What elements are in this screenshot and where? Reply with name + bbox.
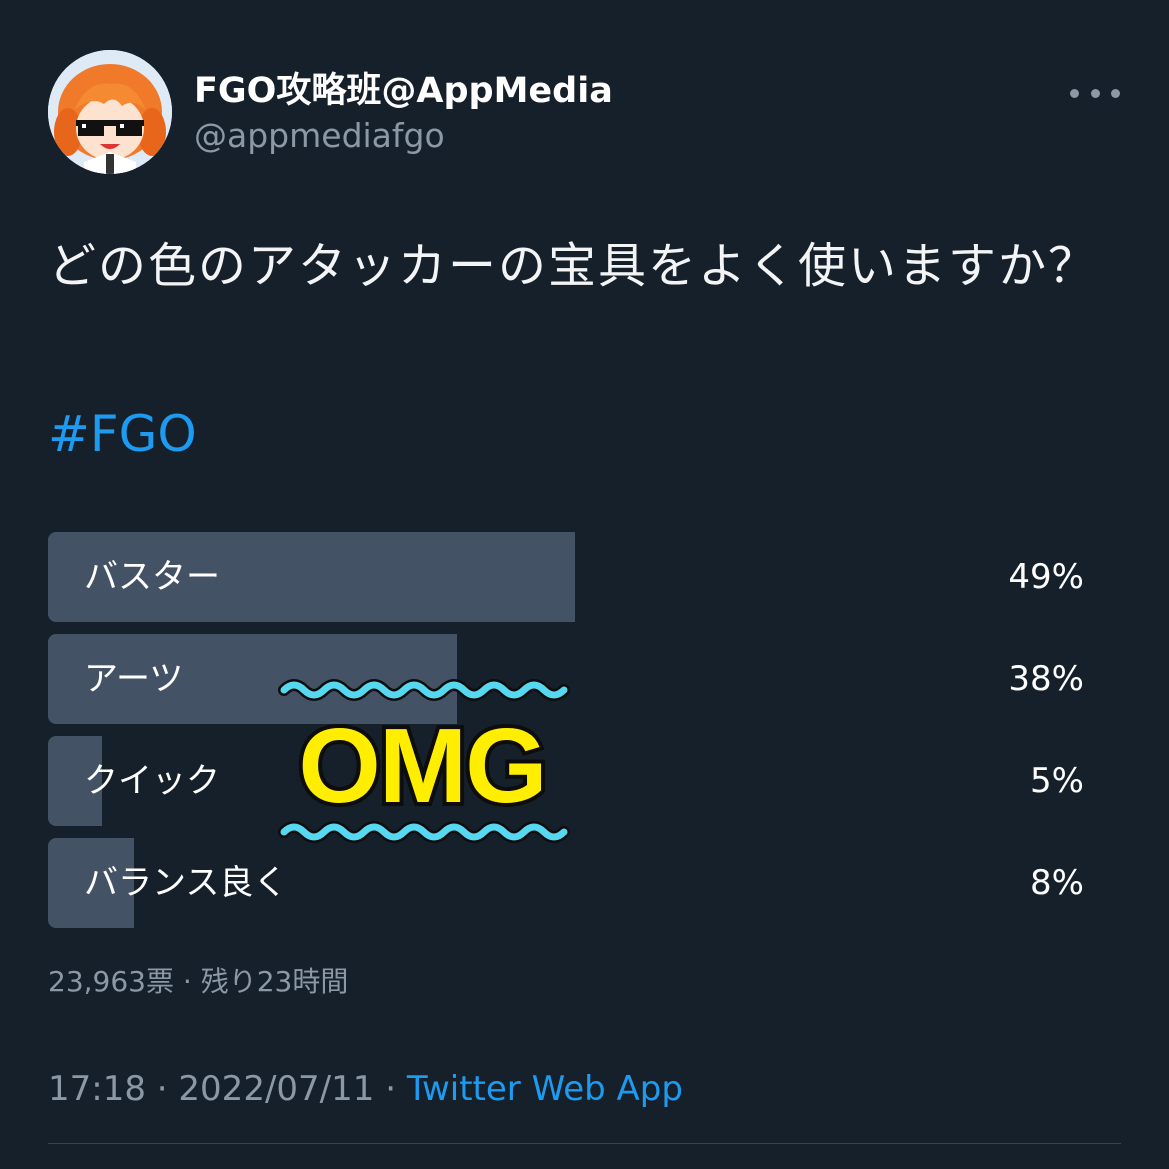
poll-option-label: クイック	[84, 761, 220, 801]
poll-option-percent: 5%	[1030, 761, 1084, 801]
dot	[1111, 88, 1120, 98]
divider	[48, 1143, 1121, 1144]
separator: ·	[374, 1069, 407, 1109]
author-handle[interactable]: @appmediafgo	[194, 116, 445, 156]
tweet-date[interactable]: 2022/07/11	[178, 1069, 374, 1109]
author-display-name[interactable]: FGO攻略班@AppMedia	[194, 70, 613, 112]
poll-meta: 23,963票 · 残り23時間	[48, 962, 348, 1002]
avatar[interactable]	[48, 50, 172, 174]
poll-option-label: アーツ	[84, 659, 184, 699]
tweet-source-link[interactable]: Twitter Web App	[407, 1069, 683, 1109]
omg-sticker: OMG	[278, 679, 570, 843]
dot	[1070, 88, 1079, 98]
poll-vote-count: 23,963票	[48, 965, 174, 998]
separator: ·	[145, 1069, 179, 1109]
poll-option-label: バランス良く	[84, 863, 288, 903]
tweet-text: どの色のアタッカーの宝具をよく使いますか？	[48, 238, 1099, 294]
poll-time-left: 残り23時間	[200, 965, 349, 998]
separator: ·	[173, 965, 201, 998]
poll-option-percent: 49%	[1008, 557, 1084, 597]
hashtag-link[interactable]: #FGO	[48, 392, 197, 476]
poll-option-percent: 8%	[1030, 863, 1084, 903]
poll-option-label: バスター	[84, 557, 220, 597]
omg-text: OMG	[298, 707, 545, 825]
poll-option-percent: 38%	[1008, 659, 1084, 699]
poll-option-balanced: バランス良く 8%	[48, 838, 1088, 928]
poll-option-buster: バスター 49%	[48, 532, 1088, 622]
more-options-icon[interactable]	[1070, 78, 1120, 108]
tweet-timestamp: 17:18 · 2022/07/11 · Twitter Web App	[48, 1066, 683, 1112]
avatar-anime-girl-sunglasses-icon	[48, 50, 172, 174]
dot	[1090, 88, 1100, 98]
tweet-time[interactable]: 17:18	[48, 1069, 146, 1109]
tweet: FGO攻略班@AppMedia @appmediafgo どの色のアタッカーの宝…	[0, 0, 1169, 1169]
